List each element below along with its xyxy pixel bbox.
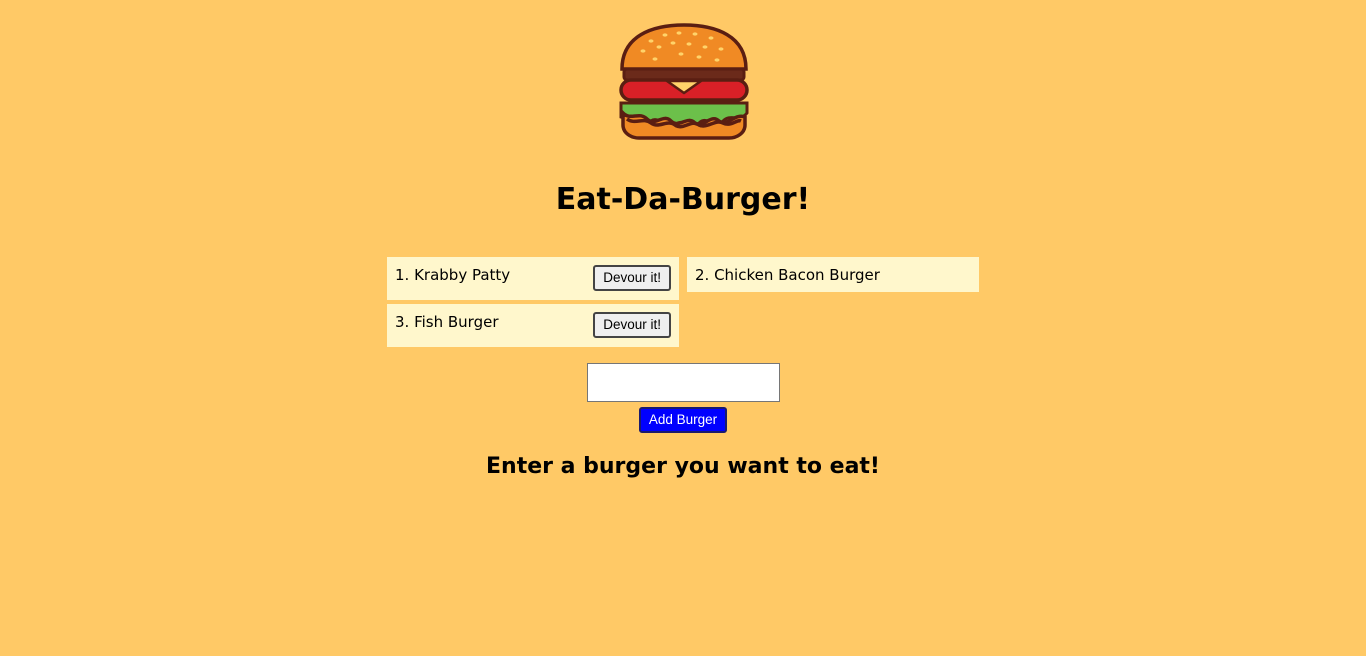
burger-item-label: 1. Krabby Patty [395, 266, 511, 284]
burger-item: 1. Krabby Patty Devour it! [387, 257, 679, 300]
burger-item: 3. Fish Burger Devour it! [387, 304, 679, 347]
burger-logo [617, 21, 751, 143]
devoured-burger-item: 2. Chicken Bacon Burger [687, 257, 979, 292]
burger-item-label: 2. Chicken Bacon Burger [695, 266, 880, 284]
devour-button[interactable]: Devour it! [593, 265, 671, 291]
burger-icon [619, 23, 749, 140]
burger-name-input[interactable] [587, 363, 780, 402]
devour-button[interactable]: Devour it! [593, 312, 671, 338]
page-title: Eat-Da-Burger! [555, 182, 811, 217]
burger-item-label: 3. Fish Burger [395, 313, 499, 331]
form-prompt: Enter a burger you want to eat! [486, 454, 880, 479]
add-burger-button[interactable]: Add Burger [639, 407, 727, 433]
